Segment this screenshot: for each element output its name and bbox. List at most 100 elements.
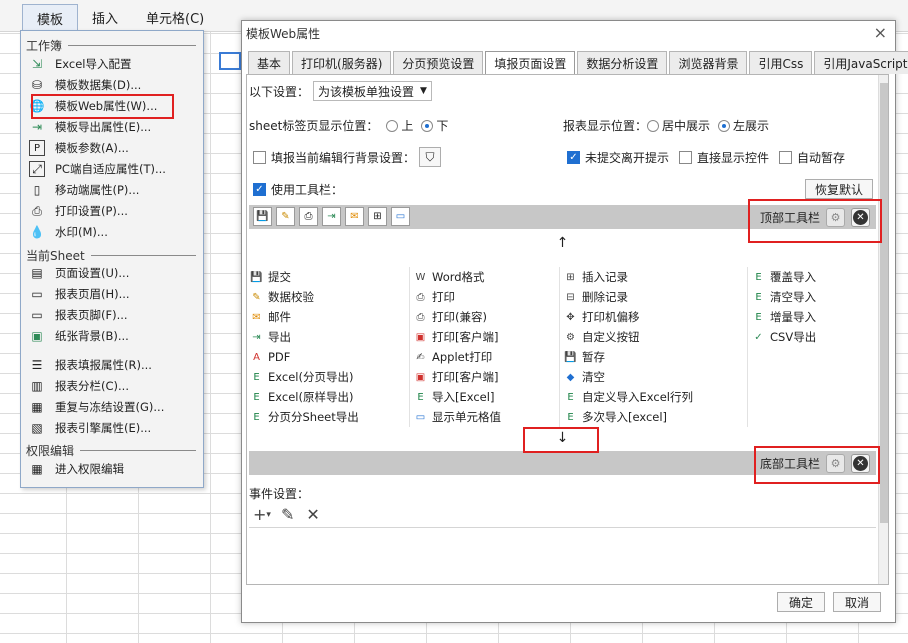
toolbar-option-button[interactable]: ✍ Applet打印 [413, 347, 492, 367]
paint-bucket-icon[interactable]: ⛉ [419, 147, 442, 167]
delete-icon[interactable]: ✕ [306, 505, 319, 524]
toolbar-option-button[interactable]: 💾 提交 [249, 267, 291, 287]
toolbar-option-button[interactable]: ⎙ 打印 [413, 287, 456, 307]
selected-cell[interactable] [219, 52, 241, 70]
display-cell-icon[interactable]: ▭ [391, 207, 410, 226]
menu-item-paper-background[interactable]: ▣ 纸张背景(B)... [29, 326, 199, 346]
vertical-scrollbar[interactable] [878, 75, 888, 584]
menu-item-header[interactable]: ▭ 报表页眉(H)... [29, 284, 199, 304]
toolbar-option-button[interactable]: E 覆盖导入 [751, 267, 816, 287]
arrow-up-icon[interactable]: ↑ [557, 235, 569, 251]
menu-item-freeze[interactable]: ▦ 重复与冻结设置(G)... [29, 397, 199, 417]
toolbar-option-button[interactable]: ⊟ 删除记录 [563, 287, 628, 307]
menu-item-permission-edit[interactable]: ▦ 进入权限编辑 [29, 459, 199, 479]
add-icon[interactable]: + [253, 505, 266, 524]
menu-item-mobile[interactable]: ▯ 移动端属性(P)... [29, 180, 199, 200]
toolbar-option-button[interactable]: ✉ 邮件 [249, 307, 291, 327]
toolbar-option-button[interactable]: E 导入[Excel] [413, 387, 494, 407]
menu-item-engine[interactable]: ▧ 报表引擎属性(E)... [29, 418, 199, 438]
toolbar-option-button[interactable]: ▭ 显示单元格值 [413, 407, 501, 427]
radio-left[interactable] [718, 119, 731, 132]
toolbar-option-button[interactable]: ⇥ 导出 [249, 327, 291, 347]
events-list[interactable] [249, 527, 876, 583]
menu-item-dataset[interactable]: ⛁ 模板数据集(D)... [29, 75, 199, 95]
tab-basic[interactable]: 基本 [248, 51, 291, 74]
menu-insert[interactable]: 插入 [78, 4, 132, 30]
toolbar-option-button[interactable]: ⚙ 自定义按钮 [563, 327, 639, 347]
print-icon[interactable]: ⎙ [299, 207, 318, 226]
toolbar-option-button[interactable]: ✎ 数据校验 [249, 287, 314, 307]
setting-select[interactable]: 为该模板单独设置 ▼ [313, 81, 432, 101]
toolbar-option-button[interactable]: ▣ 打印[客户端] [413, 367, 499, 387]
export-icon[interactable]: ⇥ [322, 207, 341, 226]
tab-data-analysis[interactable]: 数据分析设置 [577, 51, 668, 74]
mail-icon[interactable]: ✉ [345, 207, 364, 226]
chevron-down-icon[interactable]: ▾ [266, 510, 271, 520]
toolbar-option-button[interactable]: E 自定义导入Excel行列 [563, 387, 693, 407]
toolbar-option-button[interactable]: E 分页分Sheet导出 [249, 407, 358, 427]
unsubmitted-checkbox[interactable]: ✓ [567, 151, 580, 164]
menu-item-columns[interactable]: ▥ 报表分栏(C)... [29, 376, 199, 396]
tab-css[interactable]: 引用Css [749, 51, 813, 74]
toolbar-option-button[interactable]: E Excel(分页导出) [249, 367, 353, 387]
menu-item-watermark[interactable]: 💧 水印(M)... [29, 222, 199, 242]
toolbar-option-button[interactable]: ⊞ 插入记录 [563, 267, 628, 287]
menu-item-page-setup[interactable]: ▤ 页面设置(U)... [29, 263, 199, 283]
direct-show-checkbox[interactable] [679, 151, 693, 164]
tab-fill-page[interactable]: 填报页面设置 [485, 51, 576, 75]
toolbar-option-button[interactable]: E 清空导入 [751, 287, 816, 307]
restore-default-button[interactable]: 恢复默认 [805, 179, 873, 199]
radio-center-label: 居中展示 [662, 119, 711, 133]
csv-icon: ✓ [754, 331, 763, 343]
radio-top[interactable] [386, 119, 399, 132]
close-icon[interactable]: × [874, 23, 887, 42]
menu-item-print-setting[interactable]: ⎙ 打印设置(P)... [29, 201, 199, 221]
pencil-icon[interactable]: ✎ [281, 505, 294, 524]
highlight-web-property [31, 94, 174, 119]
toolbar-option-button[interactable]: A PDF [249, 347, 290, 367]
toolbar-option-label: CSV导出 [770, 330, 817, 344]
edit-icon[interactable]: ✎ [276, 207, 295, 226]
toolbar-option-button[interactable]: ✓ CSV导出 [751, 327, 816, 347]
menu-item-adaptive[interactable]: ⤢ PC端自适应属性(T)... [29, 159, 199, 179]
menu-item-excel-import-config[interactable]: ⇲ Excel导入配置 [29, 54, 199, 74]
toolbar-option-button[interactable]: E 多次导入[excel] [563, 407, 667, 427]
menu-item-fill-property[interactable]: ☰ 报表填报属性(R)... [29, 355, 199, 375]
cancel-button[interactable]: 取消 [833, 592, 881, 612]
radio-center[interactable] [647, 119, 660, 132]
fill-bg-checkbox[interactable] [253, 150, 266, 164]
tab-browser-background[interactable]: 浏览器背景 [669, 51, 748, 74]
save-icon[interactable]: 💾 [253, 207, 272, 226]
toolbar-option-button[interactable]: ⎙ 打印(兼容) [413, 307, 487, 327]
excel-icon: E [755, 311, 762, 323]
insert-record-icon[interactable]: ⊞ [368, 207, 387, 226]
toolbar-option-button[interactable]: ◆ 清空 [563, 367, 605, 387]
use-toolbar-checkbox[interactable]: ✓ [253, 183, 266, 196]
toolbar-option-button[interactable]: E Excel(原样导出) [249, 387, 353, 407]
toolbar-option-button[interactable]: ▣ 打印[客户端] [413, 327, 499, 347]
delete-record-icon: ⊟ [566, 291, 575, 303]
toolbar-option-button[interactable]: W Word格式 [413, 267, 485, 287]
report-pos-label: 报表显示位置： [563, 119, 648, 133]
auto-save-checkbox[interactable] [779, 151, 793, 164]
excel-icon: E [253, 391, 260, 403]
web-property-dialog: 模板Web属性 × 基本 打印机(服务器) 分页预览设置 填报页面设置 数据分析… [241, 20, 908, 623]
radio-bottom-label: 下 [436, 119, 449, 133]
menu-item-parameter[interactable]: P 模板参数(A)... [29, 138, 199, 158]
menu-template[interactable]: 模板 [22, 4, 79, 30]
menu-item-footer[interactable]: ▭ 报表页脚(F)... [29, 305, 199, 325]
fill-property-icon: ☰ [31, 358, 43, 372]
ok-button[interactable]: 确定 [777, 592, 825, 612]
toolbar-option-label: 打印机偏移 [582, 310, 640, 324]
toolbar-option-button[interactable]: E 增量导入 [751, 307, 816, 327]
toolbar-option-button[interactable]: ✥ 打印机偏移 [563, 307, 640, 327]
toolbar-option-label: Applet打印 [432, 350, 493, 364]
menu-item-export-property[interactable]: ⇥ 模板导出属性(E)... [29, 117, 199, 137]
tab-javascript[interactable]: 引用JavaScript [814, 51, 908, 74]
menu-cell[interactable]: 单元格(C) [132, 4, 218, 30]
tab-paging-preview[interactable]: 分页预览设置 [393, 51, 484, 74]
toolbar-option-button[interactable]: 💾 暂存 [563, 347, 605, 367]
tab-printer[interactable]: 打印机(服务器) [292, 51, 392, 74]
grid-divider [747, 267, 748, 427]
radio-bottom[interactable] [421, 119, 434, 132]
